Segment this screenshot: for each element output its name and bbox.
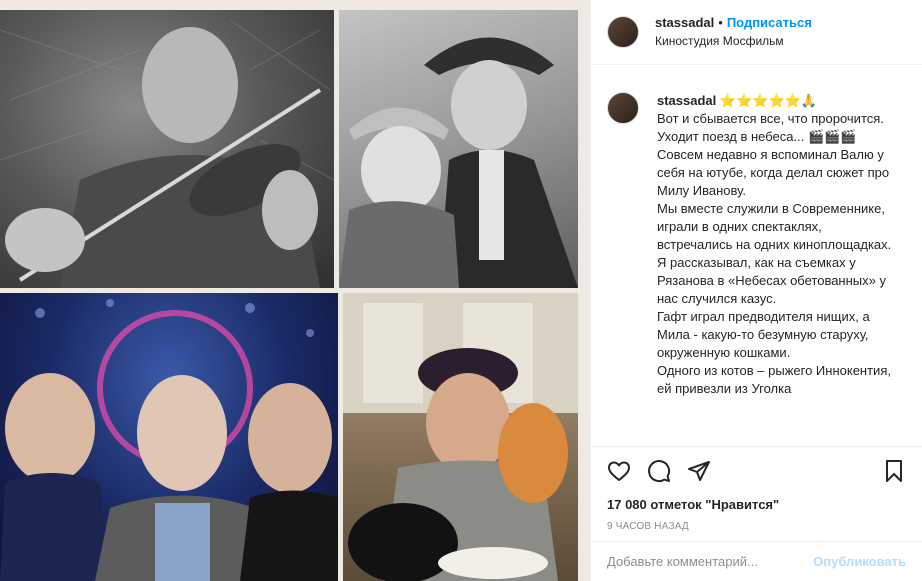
heart-icon[interactable]	[607, 459, 631, 483]
comment-input[interactable]	[607, 554, 806, 569]
collage-photo-cat	[343, 293, 578, 581]
post-header: stassadal • Подписаться Киностудия Мосфиль…	[591, 0, 922, 65]
action-icons-row	[591, 447, 922, 495]
caption-line: Мы вместе служили в Современнике, играли…	[657, 201, 892, 252]
caption-line: Гафт играл предводителя нищих, а Мила - …	[657, 309, 870, 360]
post-photo[interactable]	[0, 0, 590, 581]
collage-photo-studio	[0, 293, 338, 581]
caption-author-avatar[interactable]	[607, 92, 639, 124]
post-actions: 17 080 отметок "Нравится" 9 ЧАСОВ НАЗАД	[591, 446, 922, 541]
collage-photo-couple	[339, 10, 578, 288]
bookmark-icon[interactable]	[882, 459, 906, 483]
likes-count[interactable]: 17 080 отметок "Нравится"	[591, 495, 922, 515]
comment-form: Опубликовать	[591, 541, 922, 581]
caption-line: Вот и сбывается все, что пророчится. Ухо…	[657, 111, 884, 144]
author-avatar[interactable]	[607, 16, 639, 48]
photo-collage	[0, 0, 590, 581]
author-username[interactable]: stassadal	[655, 15, 714, 30]
header-text: stassadal • Подписаться Киностудия Мосфиль…	[655, 14, 812, 50]
caption-username[interactable]: stassadal	[657, 93, 716, 108]
speech-bubble-icon[interactable]	[647, 459, 671, 483]
caption-line: Одного из котов – рыжего Иннокентия, ей …	[657, 363, 891, 396]
header-separator: •	[718, 15, 723, 30]
post-sidebar: stassadal • Подписаться Киностудия Мосфиль…	[590, 0, 922, 581]
follow-button[interactable]: Подписаться	[727, 15, 812, 30]
caption-emojis: ⭐⭐⭐⭐⭐🙏	[719, 93, 818, 108]
post-timestamp[interactable]: 9 ЧАСОВ НАЗАД	[591, 521, 922, 532]
paper-plane-icon[interactable]	[687, 459, 711, 483]
post-location[interactable]: Киностудия Мосфильм	[655, 32, 812, 50]
caption-line: Я рассказывал, как на съемках у Рязанова…	[657, 255, 886, 306]
publish-button[interactable]: Опубликовать	[813, 554, 906, 569]
collage-photo-violinist	[0, 10, 334, 288]
caption-line: Совсем недавно я вспоминал Валю у себя н…	[657, 147, 890, 198]
caption-text: stassadal ⭐⭐⭐⭐⭐🙏 Вот и сбывается все, чт…	[657, 92, 899, 446]
caption-section: stassadal ⭐⭐⭐⭐⭐🙏 Вот и сбывается все, чт…	[591, 66, 922, 446]
